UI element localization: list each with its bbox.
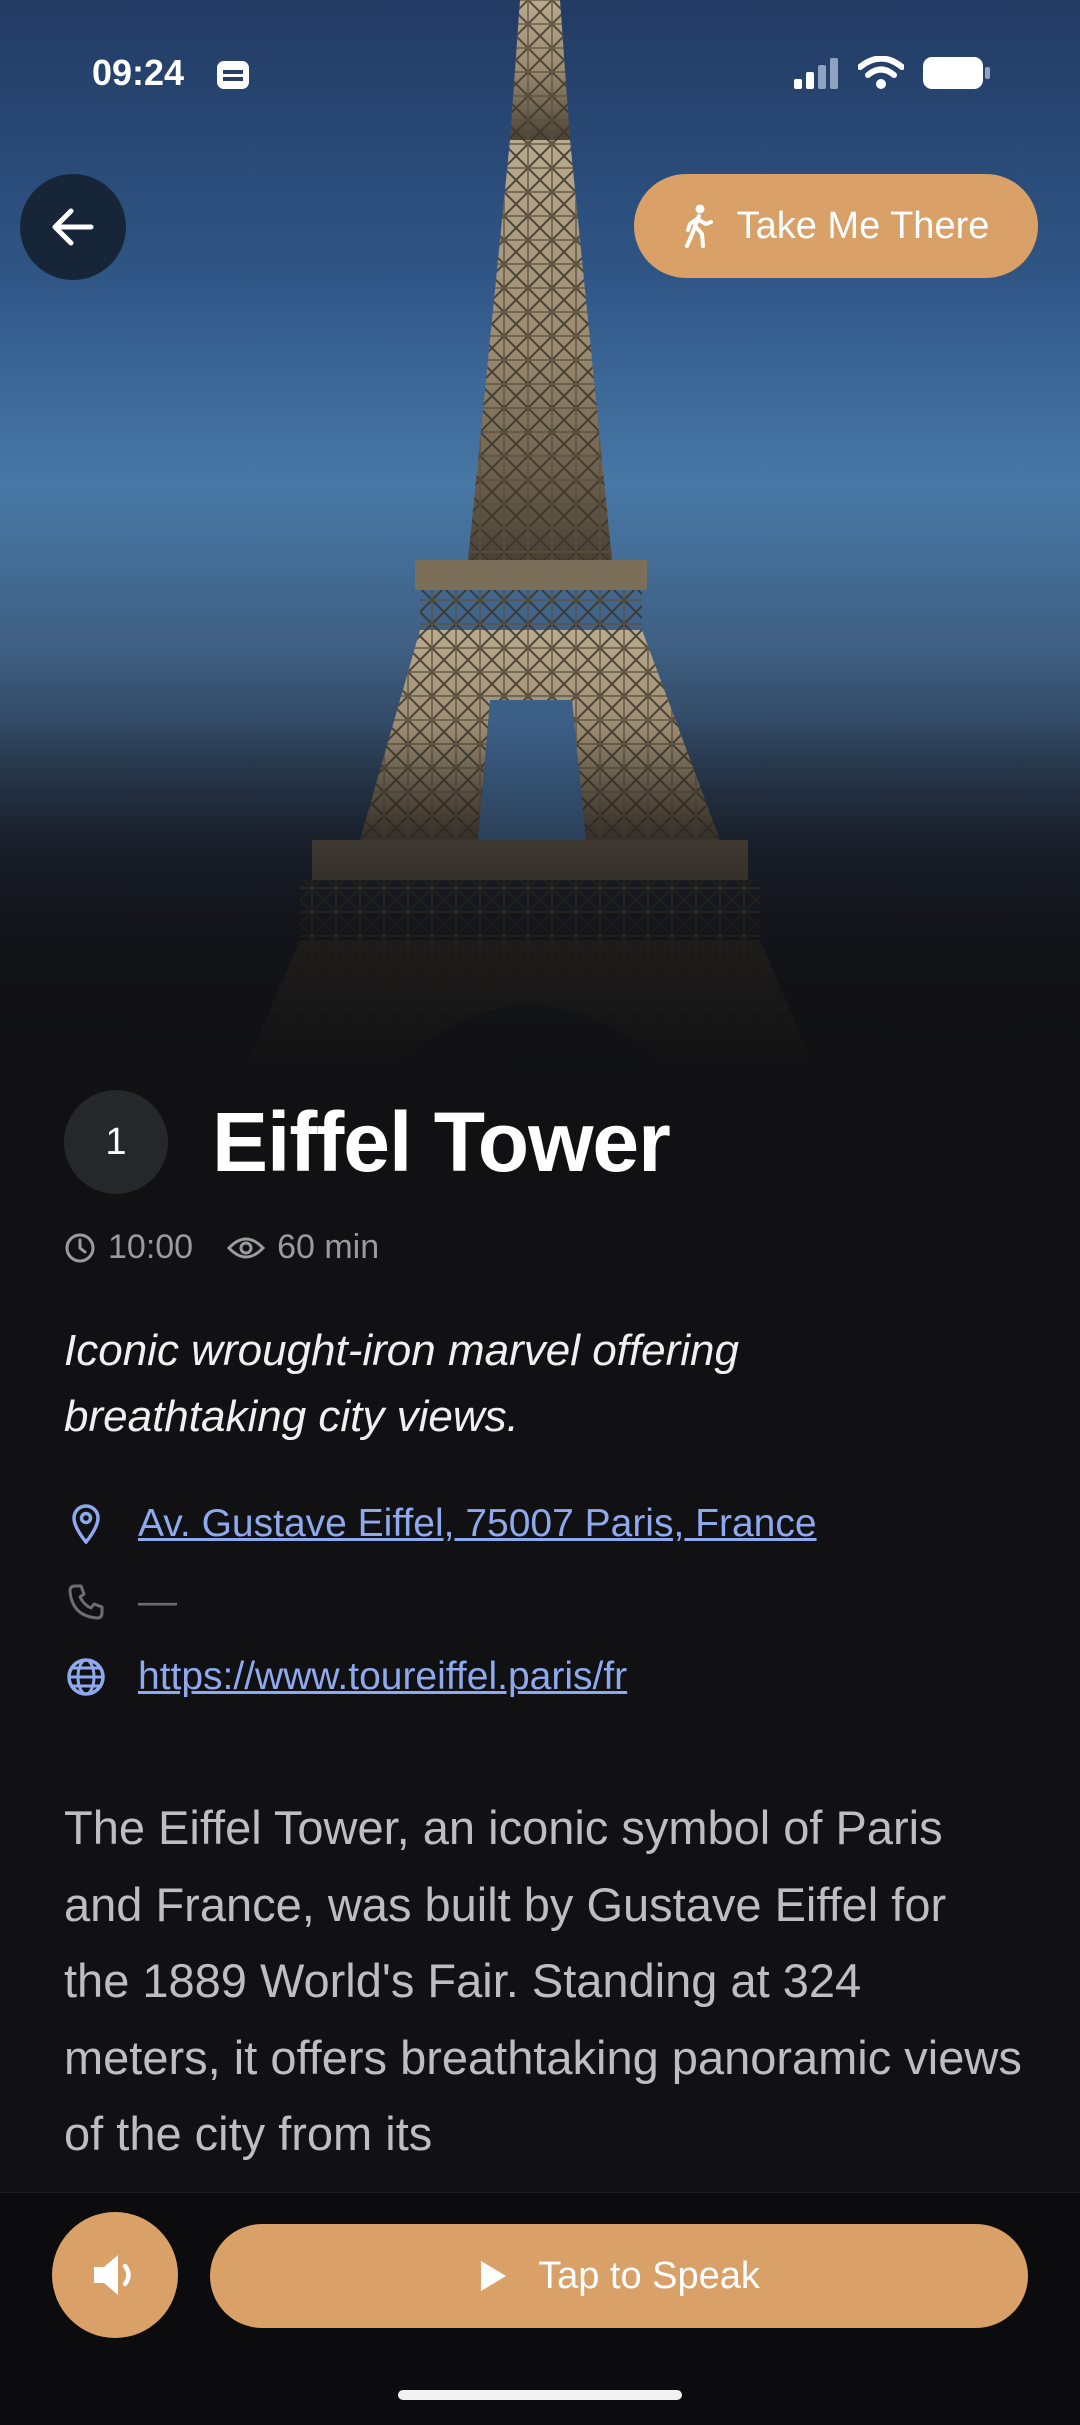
status-time: 09:24: [92, 52, 185, 93]
take-me-there-button[interactable]: Take Me There: [634, 174, 1038, 278]
meta-row: 10:00 60 min: [64, 1228, 413, 1267]
address-row[interactable]: Av. Gustave Eiffel, 75007 Paris, France: [64, 1502, 817, 1546]
place-description: The Eiffel Tower, an iconic symbol of Pa…: [64, 1801, 1022, 2160]
home-indicator[interactable]: [398, 2390, 682, 2400]
website-link[interactable]: https://www.toureiffel.paris/fr: [138, 1655, 627, 1699]
title-row: 1 Eiffel Tower: [64, 1090, 671, 1194]
time-item: 10:00: [64, 1228, 193, 1267]
status-bar: 09:24: [0, 0, 1080, 150]
tagline: Iconic wrought-iron marvel offering brea…: [64, 1326, 739, 1441]
tap-to-speak-label: Tap to Speak: [538, 2254, 760, 2297]
phone-row: —: [64, 1580, 177, 1624]
hero-image: [0, 0, 1080, 1080]
globe-icon: [67, 1658, 105, 1696]
wifi-icon: [858, 56, 904, 89]
speaker-button[interactable]: [52, 2212, 178, 2338]
play-icon: [481, 2261, 507, 2291]
phone-value: —: [138, 1580, 177, 1623]
stop-number-badge: 1: [64, 1090, 168, 1194]
visit-duration: 60 min: [277, 1228, 380, 1266]
eye-icon: [227, 1237, 266, 1258]
arrow-left-icon: [52, 208, 94, 246]
back-button[interactable]: [20, 174, 126, 280]
signal-icon: [794, 58, 838, 89]
walking-person-icon: [684, 204, 713, 248]
place-title: Eiffel Tower: [212, 1094, 671, 1189]
take-me-there-label: Take Me There: [736, 204, 990, 247]
speaker-icon: [94, 2255, 131, 2295]
duration-item: 60 min: [227, 1228, 379, 1267]
phone-icon: [68, 1584, 104, 1620]
sim-card-icon: [217, 61, 249, 89]
location-pin-icon: [72, 1504, 100, 1544]
battery-icon: [923, 57, 990, 89]
address-link[interactable]: Av. Gustave Eiffel, 75007 Paris, France: [138, 1502, 817, 1546]
website-row[interactable]: https://www.toureiffel.paris/fr: [64, 1655, 627, 1699]
tap-to-speak-button[interactable]: Tap to Speak: [210, 2224, 1028, 2328]
clock-icon: [65, 1233, 95, 1262]
visit-time: 10:00: [108, 1228, 194, 1266]
